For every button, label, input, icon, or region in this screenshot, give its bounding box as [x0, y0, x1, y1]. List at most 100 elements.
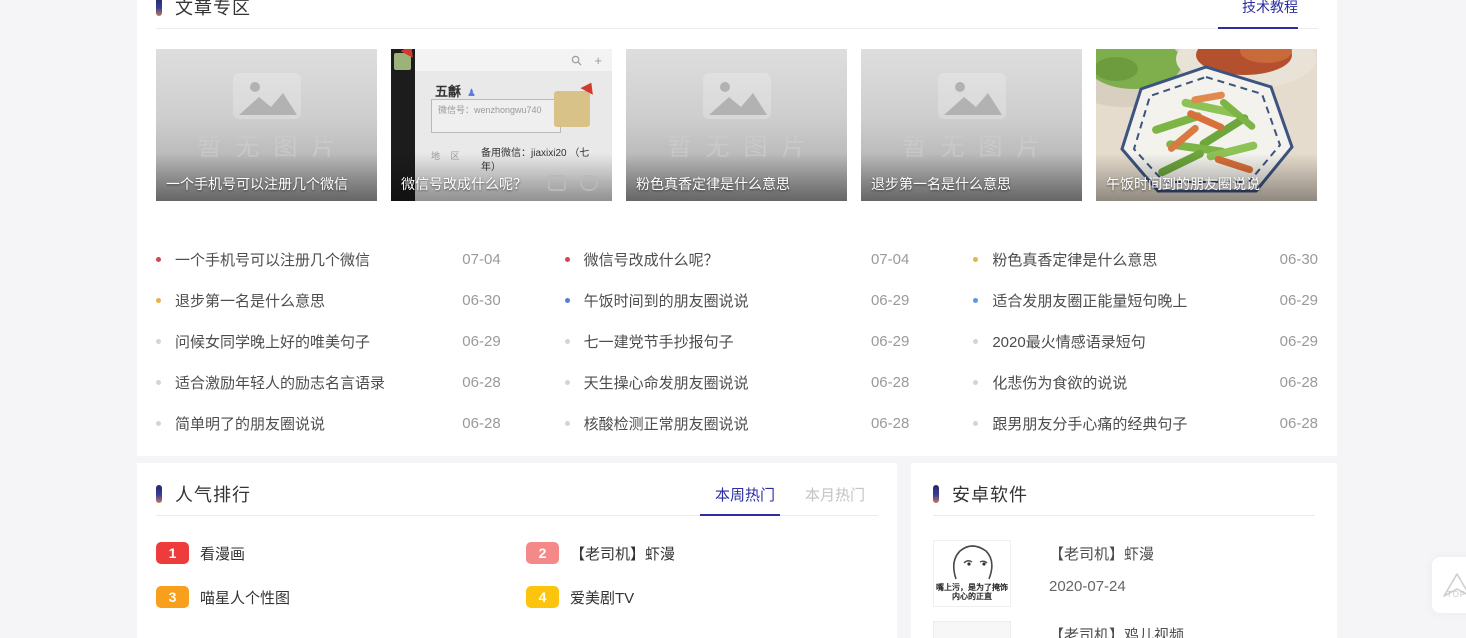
wechat-avatar-small: [394, 53, 411, 70]
rank-item-label: 看漫画: [200, 543, 245, 564]
image-placeholder-icon: [701, 71, 773, 121]
app-info: 【老司机】鸡儿视频: [1049, 621, 1184, 638]
list-item[interactable]: 天生操心命发朋友圈说说06-28: [565, 362, 910, 403]
article-date: 06-28: [462, 374, 500, 391]
rank-item-4[interactable]: 4 爱美剧TV: [526, 586, 878, 608]
article-date: 06-29: [462, 333, 500, 350]
list-item[interactable]: 微信号改成什么呢？ 07-04: [565, 239, 910, 280]
article-card-3[interactable]: 暂无图片 粉色真香定律是什么意思: [626, 49, 847, 201]
app-info: 【老司机】虾漫 2020-07-24: [1049, 540, 1154, 607]
rank-badge-4: 4: [526, 586, 559, 608]
bullet-icon: [565, 421, 570, 426]
list-item[interactable]: 问候女同学晚上好的唯美句子 06-29: [156, 321, 501, 362]
article-link: 粉色真香定律是什么意思: [992, 249, 1271, 270]
android-header: 安卓软件: [933, 483, 1315, 505]
meme-face-icon: [942, 541, 1002, 583]
bullet-icon: [565, 380, 570, 385]
article-link: 跟男朋友分手心痛的经典句子: [992, 413, 1271, 434]
app-item-1[interactable]: 嘴上污，是为了掩饰 内心的正直 【老司机】虾漫 2020-07-24: [933, 540, 1315, 607]
bullet-icon: [973, 421, 978, 426]
tab-weekly-hot[interactable]: 本周热门: [715, 484, 775, 505]
bullet-icon: [973, 257, 978, 262]
list-item[interactable]: 跟男朋友分手心痛的经典句子 06-28: [973, 403, 1318, 444]
rank-header-divider: [156, 515, 878, 516]
article-link: 核酸检测正常朋友圈说说: [584, 413, 863, 434]
list-item[interactable]: 2020最火情感语录短句06-29: [973, 321, 1318, 362]
article-link: 微信号改成什么呢？: [584, 249, 863, 270]
rank-item-3[interactable]: 3 喵星人个性图: [156, 586, 526, 608]
list-item[interactable]: 午饭时间到的朋友圈说说06-29: [565, 280, 910, 321]
app-date: 2020-07-24: [1049, 578, 1154, 595]
articles-header: 文章专区 技术教程: [156, 0, 1318, 18]
article-card-1[interactable]: 暂无图片 一个手机号可以注册几个微信: [156, 49, 377, 201]
article-cards-row: 暂无图片 一个手机号可以注册几个微信 +: [156, 49, 1318, 201]
article-link: 问候女同学晚上好的唯美句子: [175, 331, 454, 352]
article-date: 06-29: [1280, 292, 1318, 309]
bullet-icon: [156, 421, 161, 426]
app-thumbnail: [933, 621, 1011, 638]
list-item[interactable]: 简单明了的朋友圈说说 06-28: [156, 403, 501, 444]
back-to-top-button[interactable]: TOP: [1432, 557, 1466, 613]
top-button-label: TOP: [1447, 590, 1466, 599]
article-date: 06-29: [871, 333, 909, 350]
rank-item-2[interactable]: 2 【老司机】虾漫: [526, 542, 878, 564]
article-list-column-1: 一个手机号可以注册几个微信07-04 退步第一名是什么意思06-30 问候女同学…: [156, 239, 501, 444]
article-date: 07-04: [871, 251, 909, 268]
wechat-id-box: 微信号：wenzhongwu740: [431, 99, 561, 133]
article-link: 一个手机号可以注册几个微信: [175, 249, 454, 270]
article-date: 06-30: [1280, 251, 1318, 268]
meme-caption: 嘴上污，是为了掩饰 内心的正直: [936, 583, 1008, 601]
bullet-icon: [156, 257, 161, 262]
rank-badge-1: 1: [156, 542, 189, 564]
article-date: 06-28: [1280, 415, 1318, 432]
card-title: 午饭时间到的朋友圈说说: [1106, 174, 1311, 194]
app-title: 【老司机】虾漫: [1049, 543, 1154, 564]
tech-tutorials-link[interactable]: 技术教程: [1242, 0, 1298, 17]
list-item[interactable]: 化悲伤为食欲的说说06-28: [973, 362, 1318, 403]
bullet-icon: [565, 298, 570, 303]
bullet-icon: [973, 298, 978, 303]
article-card-2[interactable]: + 五龢♟ 微信号：wenzhongwu740 地 区 备用微信：jiaxixi…: [391, 49, 612, 201]
article-date: 06-28: [462, 415, 500, 432]
rank-item-label: 爱美剧TV: [570, 587, 634, 608]
list-item[interactable]: 适合发朋友圈正能量短句晚上06-29: [973, 280, 1318, 321]
rank-section-title: 人气排行: [175, 481, 251, 507]
person-icon: ♟: [467, 88, 476, 99]
article-card-5[interactable]: 午饭时间到的朋友圈说说: [1096, 49, 1317, 201]
card-title: 粉色真香定律是什么意思: [636, 174, 841, 194]
search-icon: [571, 55, 582, 66]
bullet-icon: [156, 339, 161, 344]
wechat-nickname: 五龢♟: [435, 81, 476, 100]
list-item[interactable]: 适合激励年轻人的励志名言语录06-28: [156, 362, 501, 403]
article-link: 简单明了的朋友圈说说: [175, 413, 454, 434]
article-link: 退步第一名是什么意思: [175, 290, 454, 311]
articles-section-title: 文章专区: [175, 0, 251, 20]
bullet-icon: [565, 257, 570, 262]
list-item[interactable]: 退步第一名是什么意思06-30: [156, 280, 501, 321]
rank-tabs: 本周热门 本月热门: [715, 484, 865, 505]
article-link: 2020最火情感语录短句: [992, 331, 1271, 352]
rank-badge-2: 2: [526, 542, 559, 564]
list-item[interactable]: 粉色真香定律是什么意思 06-30: [973, 239, 1318, 280]
add-icon: +: [594, 53, 602, 68]
app-item-2[interactable]: 【老司机】鸡儿视频: [933, 621, 1315, 638]
tab-monthly-hot[interactable]: 本月热门: [805, 484, 865, 505]
article-date: 06-28: [1280, 374, 1318, 391]
rank-item-label: 喵星人个性图: [200, 587, 290, 608]
rank-item-1[interactable]: 1 看漫画: [156, 542, 526, 564]
app-thumbnail-meme: 嘴上污，是为了掩饰 内心的正直: [933, 540, 1011, 607]
list-item[interactable]: 七一建党节手抄报句子06-29: [565, 321, 910, 362]
section-accent-bar: [156, 0, 162, 16]
santa-hat-icon: [580, 79, 597, 94]
article-link: 午饭时间到的朋友圈说说: [584, 290, 863, 311]
weekly-tab-active-underline: [700, 514, 780, 516]
android-software-panel: 安卓软件 嘴上污，是为了掩饰 内心的正直 【老司机】虾漫 2020-07-24 …: [911, 463, 1337, 638]
image-placeholder-icon: [231, 71, 303, 121]
card-title: 退步第一名是什么意思: [871, 174, 1076, 194]
list-item[interactable]: 核酸检测正常朋友圈说说06-28: [565, 403, 910, 444]
android-header-divider: [933, 515, 1315, 516]
article-card-4[interactable]: 暂无图片 退步第一名是什么意思: [861, 49, 1082, 201]
list-item[interactable]: 一个手机号可以注册几个微信07-04: [156, 239, 501, 280]
wechat-avatar-large: [554, 91, 590, 127]
bullet-icon: [156, 298, 161, 303]
